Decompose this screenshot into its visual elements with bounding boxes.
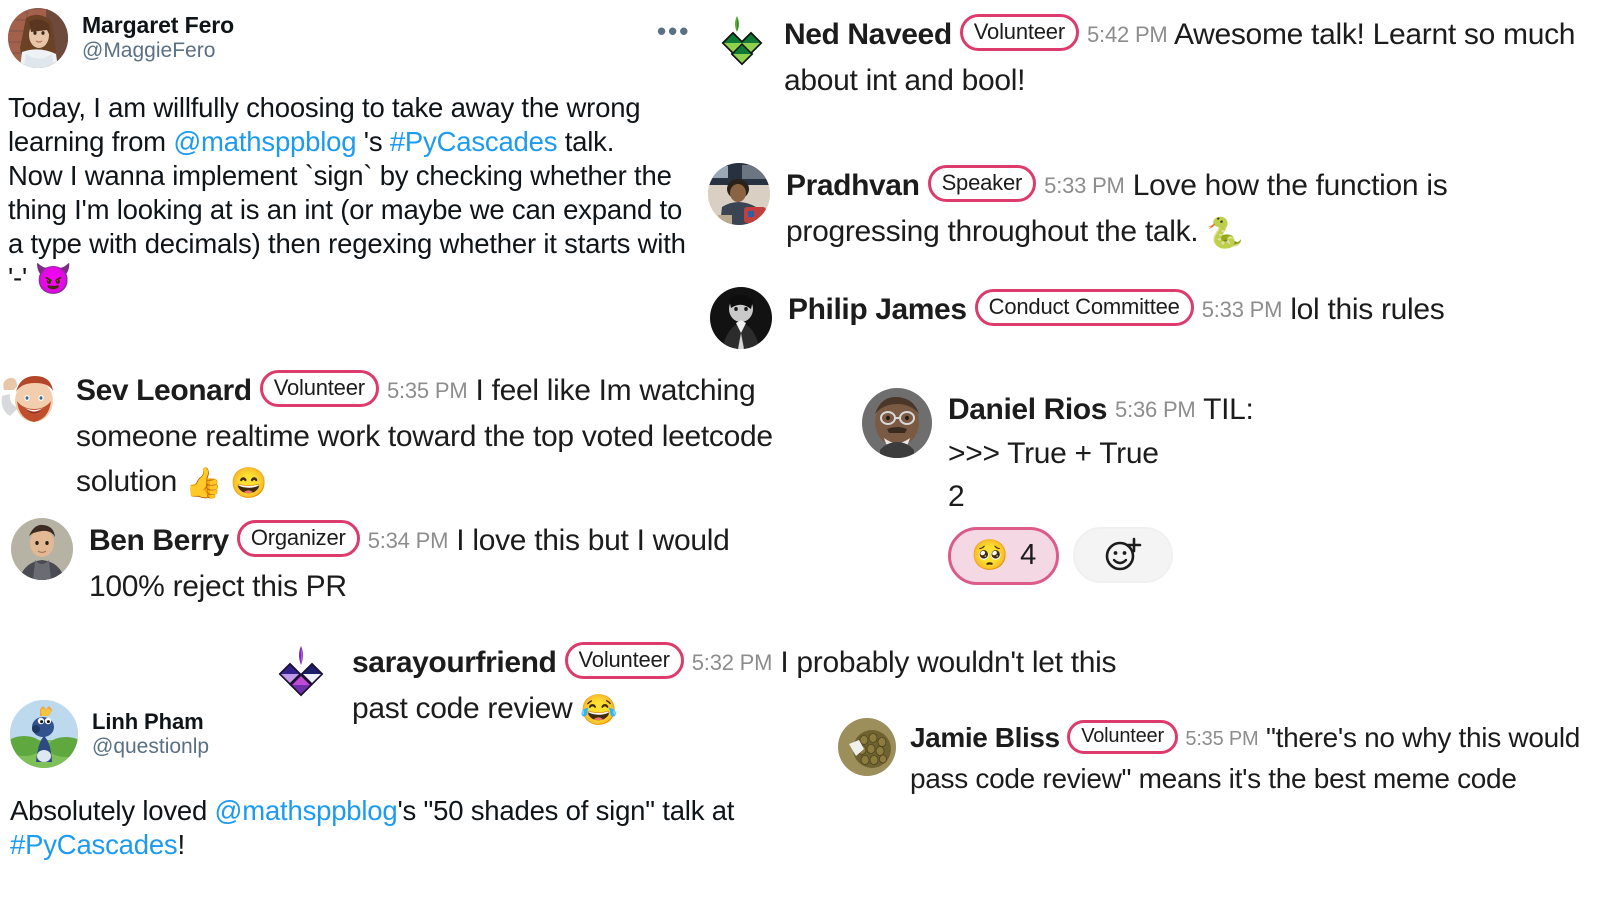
message-philip-james: Philip James Conduct Committee 5:33 PM l… [710,287,1595,349]
mention-link-mathsppblog[interactable]: @mathsppblog [215,795,398,826]
flushed-pleading-face-emoji: 🥺 [971,538,1009,572]
add-reaction-icon [1105,537,1142,570]
message-content: Philip James Conduct Committee 5:33 PM l… [788,287,1445,333]
thumbs-up-and-grinning-face-emoji: 👍 😄 [185,467,268,501]
message-sev-leonard: Sev Leonard Volunteer 5:35 PM I feel lik… [0,368,828,507]
hashtag-link-pycascades[interactable]: #PyCascades [390,126,558,157]
role-badge: Volunteer [1067,720,1178,755]
avatar-image [1,376,53,422]
add-reaction-button[interactable] [1072,526,1173,583]
tweet-more-options-button[interactable]: ••• [657,18,690,44]
message-daniel-rios: Daniel Rios 5:36 PM TIL: >>> True + True… [862,388,1422,585]
avatar-image [710,287,772,349]
message-timestamp: 5:34 PM [367,528,449,553]
message-content: Ben Berry Organizer 5:34 PM I love this … [89,518,771,609]
message-content: Jamie Bliss Volunteer 5:35 PM "there's n… [910,718,1600,800]
avatar-pradhvan[interactable] [708,163,770,225]
message-text: lol this rules [1290,293,1445,326]
reaction-count: 4 [1020,539,1036,572]
tweet-margaret-fero: Margaret Fero @MaggieFero Today, I am wi… [8,8,698,299]
mention-link-mathsppblog[interactable]: @mathsppblog [173,126,356,157]
more-options-icon: ••• [657,16,691,46]
tweet-display-name: Margaret Fero [82,12,235,39]
tweet-handle: @questionlp [92,734,210,758]
avatar-image [838,718,896,776]
avatar-philip-james[interactable] [710,287,772,349]
avatar-image [10,700,78,768]
avatar-ben-berry[interactable] [11,518,73,580]
tweet-text: Today, I am willfully choosing to take a… [8,91,698,299]
message-text-line: 2 [948,480,965,513]
tweet-header: Linh Pham @questionlp [10,700,840,768]
message-author[interactable]: Ben Berry [89,524,229,557]
reaction-pill[interactable]: 🥺 4 [948,526,1059,585]
message-text-line: >>> True + True [948,436,1159,470]
snake-emoji: 🐍 [1206,216,1244,250]
tweet-linh-pham: Linh Pham @questionlp Absolutely loved @… [10,700,840,862]
avatar-image [11,518,73,580]
tweet-text-segment: Now I wanna implement `sign` by checking… [8,160,686,294]
message-author[interactable]: Ned Naveed [784,18,952,51]
tweet-display-name: Linh Pham [92,708,204,734]
message-ben-berry: Ben Berry Organizer 5:34 PM I love this … [11,518,771,609]
message-content: Daniel Rios 5:36 PM TIL: >>> True + True… [948,388,1254,585]
message-timestamp: 5:35 PM [1185,728,1259,750]
tweet-header: Margaret Fero @MaggieFero [8,8,698,68]
avatar-sev-leonard[interactable] [0,368,60,430]
role-badge: Organizer [236,520,360,558]
message-timestamp: 5:36 PM [1115,397,1196,422]
avatar-jamie-bliss[interactable] [838,718,896,776]
message-content: Sev Leonard Volunteer 5:35 PM I feel lik… [76,368,828,507]
avatar-daniel-rios[interactable] [862,388,932,458]
message-text-line: TIL: [1203,393,1254,426]
role-badge: Speaker [927,165,1037,203]
message-author[interactable]: Jamie Bliss [910,722,1060,753]
role-badge: Conduct Committee [974,289,1194,327]
role-badge: Volunteer [564,642,684,680]
message-author[interactable]: Philip James [788,293,967,326]
message-author[interactable]: sarayourfriend [352,646,557,679]
hashtag-link-pycascades[interactable]: #PyCascades [10,829,178,860]
message-content: Pradhvan Speaker 5:33 PM Love how the fu… [786,163,1593,256]
message-ned-naveed: Ned Naveed Volunteer 5:42 PM Awesome tal… [706,12,1586,103]
role-badge: Volunteer [259,370,379,408]
avatar-margaret-fero[interactable] [8,8,68,68]
tweet-author-names: Margaret Fero @MaggieFero [82,12,234,64]
message-author[interactable]: Pradhvan [786,169,920,202]
avatar-image [708,163,770,225]
message-timestamp: 5:33 PM [1201,297,1283,322]
message-author[interactable]: Sev Leonard [76,374,252,407]
message-pradhvan: Pradhvan Speaker 5:33 PM Love how the fu… [708,163,1593,256]
smiling-face-with-horns-emoji: 😈 [34,263,72,297]
tweet-author-names: Linh Pham @questionlp [92,709,209,760]
message-timestamp: 5:42 PM [1087,22,1168,47]
tweet-text-segment: Absolutely loved [10,795,215,826]
message-timestamp: 5:32 PM [691,650,773,675]
message-reactions: 🥺 4 [948,526,1254,585]
message-timestamp: 5:33 PM [1044,173,1125,198]
avatar-image [8,8,68,68]
message-jamie-bliss: Jamie Bliss Volunteer 5:35 PM "there's n… [838,718,1600,800]
message-content: Ned Naveed Volunteer 5:42 PM Awesome tal… [784,12,1586,103]
avatar-linh-pham[interactable] [10,700,78,768]
tweet-handle: @MaggieFero [82,39,216,63]
avatar-ned-naveed[interactable] [706,12,768,74]
avatar-image [721,16,763,66]
message-first-line: Daniel Rios 5:36 PM TIL: [948,388,1254,432]
tweet-text-segment: 's "50 shades of sign" talk at [397,795,735,826]
tweet-text: Absolutely loved @mathsppblog's "50 shad… [10,794,840,862]
role-badge: Volunteer [959,14,1079,52]
tweet-text-segment: 's [356,126,390,158]
avatar-image [862,388,932,458]
message-timestamp: 5:35 PM [386,378,468,403]
tweet-text-segment: talk. [557,126,615,158]
message-author[interactable]: Daniel Rios [948,393,1107,426]
tweet-text-segment: ! [177,829,185,861]
